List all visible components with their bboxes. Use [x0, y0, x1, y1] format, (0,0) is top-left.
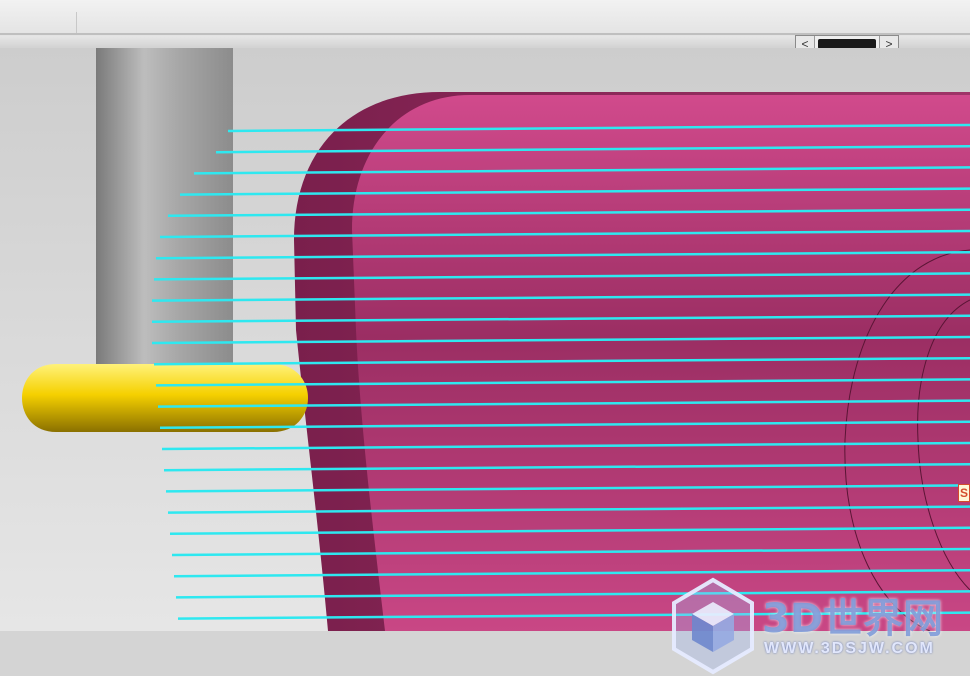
- watermark: 3D世界网 WWW.3DSJW.COM: [668, 576, 968, 676]
- watermark-subtitle: WWW.3DSJW.COM: [764, 640, 935, 657]
- graphics-viewport[interactable]: S 3D世界网 WWW.3DSJW.COM: [0, 48, 970, 675]
- cam-scene: [0, 48, 970, 663]
- watermark-title: 3D世界网: [762, 596, 944, 642]
- side-marker: S: [958, 484, 970, 502]
- hexagon-cube-icon: [672, 577, 754, 675]
- tool-tip: [22, 364, 308, 432]
- menubar-cell: [0, 12, 77, 34]
- tool-holder: [96, 48, 233, 366]
- top-menubar: [0, 0, 970, 37]
